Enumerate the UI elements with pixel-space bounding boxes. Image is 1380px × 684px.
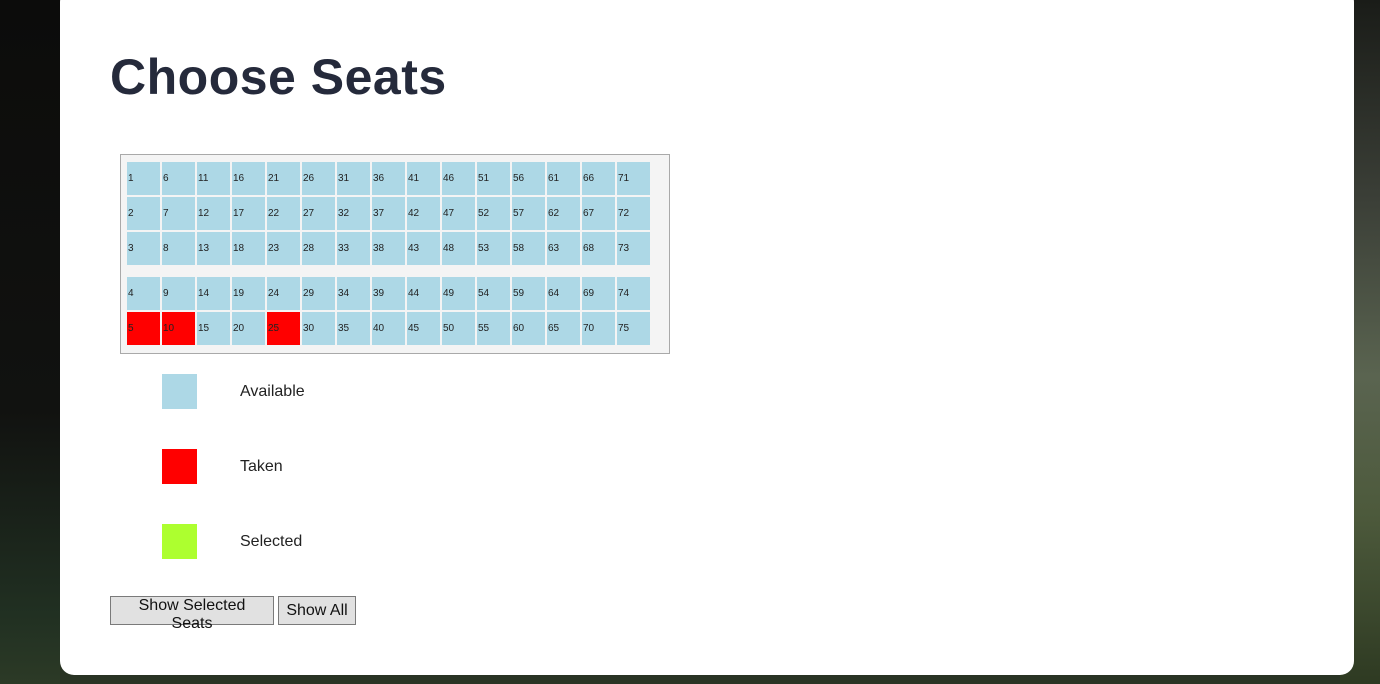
seat[interactable]: 33 [337, 232, 370, 265]
seat[interactable]: 20 [232, 312, 265, 345]
seat[interactable]: 38 [372, 232, 405, 265]
seat[interactable]: 18 [232, 232, 265, 265]
seat[interactable]: 39 [372, 277, 405, 310]
seat[interactable]: 11 [197, 162, 230, 195]
seat[interactable]: 64 [547, 277, 580, 310]
seat[interactable]: 2 [127, 197, 160, 230]
seat[interactable]: 36 [372, 162, 405, 195]
seat[interactable]: 57 [512, 197, 545, 230]
seat[interactable]: 23 [267, 232, 300, 265]
seat[interactable]: 22 [267, 197, 300, 230]
seat[interactable]: 49 [442, 277, 475, 310]
seat[interactable]: 71 [617, 162, 650, 195]
taken-swatch [162, 449, 197, 484]
available-swatch [162, 374, 197, 409]
seat[interactable]: 28 [302, 232, 335, 265]
seat[interactable]: 53 [477, 232, 510, 265]
seat-selection-card: Choose Seats 1 2 3 4 5 6 7 8 9 10 11 12 13 14 15 16 17 18… [60, 0, 1354, 675]
seat[interactable]: 24 [267, 277, 300, 310]
seat[interactable]: 5 [127, 312, 160, 345]
seat[interactable]: 44 [407, 277, 440, 310]
seat[interactable]: 14 [197, 277, 230, 310]
seat[interactable]: 19 [232, 277, 265, 310]
seat[interactable]: 54 [477, 277, 510, 310]
seat[interactable]: 29 [302, 277, 335, 310]
seat[interactable]: 26 [302, 162, 335, 195]
background-left [0, 0, 60, 684]
seat[interactable]: 50 [442, 312, 475, 345]
seat[interactable]: 4 [127, 277, 160, 310]
seat-map: 1 2 3 4 5 6 7 8 9 10 11 12 13 14 15 16 17 18 19 20 21 22 23 24 2… [120, 154, 670, 354]
seat[interactable]: 51 [477, 162, 510, 195]
seat[interactable]: 40 [372, 312, 405, 345]
seat[interactable]: 70 [582, 312, 615, 345]
seat[interactable]: 12 [197, 197, 230, 230]
selected-label: Selected [240, 533, 303, 550]
seat[interactable]: 75 [617, 312, 650, 345]
seat[interactable]: 17 [232, 197, 265, 230]
seat[interactable]: 9 [162, 277, 195, 310]
seat[interactable]: 32 [337, 197, 370, 230]
seat[interactable]: 42 [407, 197, 440, 230]
seat[interactable]: 62 [547, 197, 580, 230]
seat[interactable]: 45 [407, 312, 440, 345]
seat[interactable]: 72 [617, 197, 650, 230]
seat[interactable]: 60 [512, 312, 545, 345]
seat[interactable]: 55 [477, 312, 510, 345]
seat[interactable]: 1 [127, 162, 160, 195]
seat[interactable]: 73 [617, 232, 650, 265]
seat[interactable]: 58 [512, 232, 545, 265]
seat[interactable]: 68 [582, 232, 615, 265]
show-all-button[interactable]: Show All [278, 596, 356, 625]
seat[interactable]: 37 [372, 197, 405, 230]
seat[interactable]: 67 [582, 197, 615, 230]
seat[interactable]: 31 [337, 162, 370, 195]
seat[interactable]: 52 [477, 197, 510, 230]
seat[interactable]: 34 [337, 277, 370, 310]
seat[interactable]: 48 [442, 232, 475, 265]
selected-swatch [162, 524, 197, 559]
seat[interactable]: 25 [267, 312, 300, 345]
seat[interactable]: 74 [617, 277, 650, 310]
available-label: Available [240, 383, 305, 400]
seat[interactable]: 27 [302, 197, 335, 230]
seat[interactable]: 7 [162, 197, 195, 230]
seat[interactable]: 21 [267, 162, 300, 195]
seat[interactable]: 15 [197, 312, 230, 345]
seat[interactable]: 66 [582, 162, 615, 195]
seat[interactable]: 16 [232, 162, 265, 195]
seat[interactable]: 30 [302, 312, 335, 345]
seat[interactable]: 10 [162, 312, 195, 345]
seat[interactable]: 59 [512, 277, 545, 310]
seat[interactable]: 63 [547, 232, 580, 265]
seat[interactable]: 13 [197, 232, 230, 265]
page-title: Choose Seats [110, 49, 447, 105]
seat[interactable]: 3 [127, 232, 160, 265]
seat[interactable]: 56 [512, 162, 545, 195]
show-selected-seats-button[interactable]: Show Selected Seats [110, 596, 274, 632]
taken-label: Taken [240, 458, 283, 475]
seat[interactable]: 8 [162, 232, 195, 265]
seat[interactable]: 69 [582, 277, 615, 310]
seat[interactable]: 46 [442, 162, 475, 195]
seat[interactable]: 43 [407, 232, 440, 265]
seat[interactable]: 65 [547, 312, 580, 345]
seat[interactable]: 41 [407, 162, 440, 195]
seat[interactable]: 47 [442, 197, 475, 230]
seat[interactable]: 61 [547, 162, 580, 195]
seat[interactable]: 6 [162, 162, 195, 195]
seat[interactable]: 35 [337, 312, 370, 345]
